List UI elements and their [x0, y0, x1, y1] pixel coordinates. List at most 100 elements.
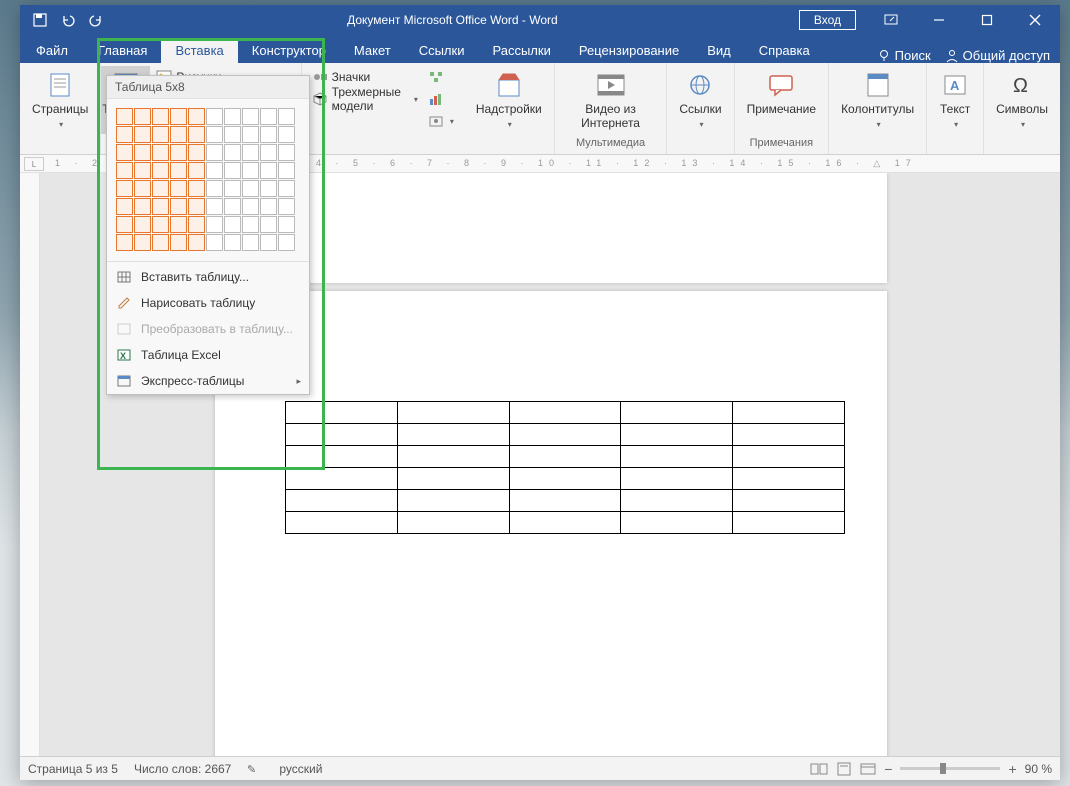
grid-cell[interactable]	[152, 126, 169, 143]
table-cell[interactable]	[397, 512, 509, 534]
grid-cell[interactable]	[206, 234, 223, 251]
tab-4[interactable]: Ссылки	[405, 38, 479, 63]
grid-cell[interactable]	[260, 144, 277, 161]
insert-table-menuitem[interactable]: Вставить таблицу...	[107, 264, 309, 290]
grid-cell[interactable]	[278, 144, 295, 161]
grid-cell[interactable]	[116, 144, 133, 161]
tab-8[interactable]: Справка	[745, 38, 824, 63]
table-cell[interactable]	[509, 490, 621, 512]
table-cell[interactable]	[509, 424, 621, 446]
table-cell[interactable]	[397, 402, 509, 424]
draw-table-menuitem[interactable]: Нарисовать таблицу	[107, 290, 309, 316]
comment-button[interactable]: Примечание	[741, 66, 822, 120]
grid-cell[interactable]	[206, 144, 223, 161]
grid-cell[interactable]	[206, 180, 223, 197]
table-cell[interactable]	[286, 512, 398, 534]
tab-0[interactable]: Главная	[84, 38, 161, 63]
tab-5[interactable]: Рассылки	[478, 38, 564, 63]
grid-cell[interactable]	[170, 126, 187, 143]
table-cell[interactable]	[733, 512, 845, 534]
table-cell[interactable]	[509, 512, 621, 534]
grid-cell[interactable]	[134, 162, 151, 179]
page-status[interactable]: Страница 5 из 5	[28, 762, 118, 776]
grid-cell[interactable]	[242, 126, 259, 143]
grid-cell[interactable]	[260, 198, 277, 215]
grid-cell[interactable]	[206, 198, 223, 215]
undo-icon[interactable]	[58, 10, 78, 30]
grid-cell[interactable]	[242, 162, 259, 179]
grid-cell[interactable]	[116, 162, 133, 179]
print-layout-icon[interactable]	[836, 762, 852, 776]
zoom-level[interactable]: 90 %	[1025, 762, 1052, 776]
ribbon-display-icon[interactable]	[868, 5, 914, 35]
grid-cell[interactable]	[278, 216, 295, 233]
grid-cell[interactable]	[278, 180, 295, 197]
grid-cell[interactable]	[188, 234, 205, 251]
table-cell[interactable]	[397, 446, 509, 468]
table-cell[interactable]	[286, 446, 398, 468]
table-cell[interactable]	[621, 402, 733, 424]
grid-cell[interactable]	[224, 144, 241, 161]
grid-cell[interactable]	[134, 180, 151, 197]
grid-cell[interactable]	[134, 144, 151, 161]
table-cell[interactable]	[397, 468, 509, 490]
grid-cell[interactable]	[116, 198, 133, 215]
grid-cell[interactable]	[170, 198, 187, 215]
grid-cell[interactable]	[224, 126, 241, 143]
login-button[interactable]: Вход	[799, 10, 856, 30]
grid-cell[interactable]	[242, 216, 259, 233]
smartart-button[interactable]	[424, 66, 458, 88]
grid-cell[interactable]	[242, 180, 259, 197]
grid-cell[interactable]	[206, 162, 223, 179]
grid-cell[interactable]	[242, 144, 259, 161]
tab-2[interactable]: Конструктор	[238, 38, 340, 63]
grid-cell[interactable]	[242, 108, 259, 125]
read-mode-icon[interactable]	[810, 762, 828, 776]
grid-cell[interactable]	[152, 216, 169, 233]
document-table[interactable]	[285, 401, 845, 534]
text-button[interactable]: A Текст▾	[933, 66, 977, 134]
grid-cell[interactable]	[134, 108, 151, 125]
grid-cell[interactable]	[260, 180, 277, 197]
grid-cell[interactable]	[224, 162, 241, 179]
pages-button[interactable]: Страницы▾	[26, 66, 94, 134]
table-cell[interactable]	[733, 402, 845, 424]
quick-tables-menuitem[interactable]: Экспресс-таблицы▸	[107, 368, 309, 394]
grid-cell[interactable]	[134, 126, 151, 143]
excel-table-menuitem[interactable]: XТаблица Excel	[107, 342, 309, 368]
links-button[interactable]: Ссылки▾	[673, 66, 727, 134]
grid-cell[interactable]	[224, 234, 241, 251]
table-cell[interactable]	[621, 512, 733, 534]
3d-models-button[interactable]: Трехмерные модели▾	[308, 88, 422, 110]
grid-cell[interactable]	[188, 180, 205, 197]
save-icon[interactable]	[30, 10, 50, 30]
grid-cell[interactable]	[278, 108, 295, 125]
grid-cell[interactable]	[116, 180, 133, 197]
grid-cell[interactable]	[260, 108, 277, 125]
chart-button[interactable]	[424, 88, 458, 110]
share-button[interactable]: Общий доступ	[945, 48, 1050, 63]
grid-cell[interactable]	[116, 216, 133, 233]
grid-cell[interactable]	[152, 144, 169, 161]
grid-cell[interactable]	[134, 234, 151, 251]
addins-button[interactable]: Надстройки▾	[470, 66, 548, 134]
grid-cell[interactable]	[116, 126, 133, 143]
web-layout-icon[interactable]	[860, 762, 876, 776]
word-count[interactable]: Число слов: 2667	[134, 762, 231, 776]
table-size-grid[interactable]	[107, 99, 309, 259]
table-cell[interactable]	[621, 490, 733, 512]
grid-cell[interactable]	[224, 216, 241, 233]
table-cell[interactable]	[621, 424, 733, 446]
grid-cell[interactable]	[224, 198, 241, 215]
grid-cell[interactable]	[152, 108, 169, 125]
grid-cell[interactable]	[224, 180, 241, 197]
grid-cell[interactable]	[260, 126, 277, 143]
grid-cell[interactable]	[170, 216, 187, 233]
table-cell[interactable]	[509, 468, 621, 490]
tab-6[interactable]: Рецензирование	[565, 38, 693, 63]
grid-cell[interactable]	[152, 162, 169, 179]
screenshot-button[interactable]: ▾	[424, 110, 458, 132]
grid-cell[interactable]	[188, 108, 205, 125]
table-cell[interactable]	[286, 490, 398, 512]
table-cell[interactable]	[733, 446, 845, 468]
